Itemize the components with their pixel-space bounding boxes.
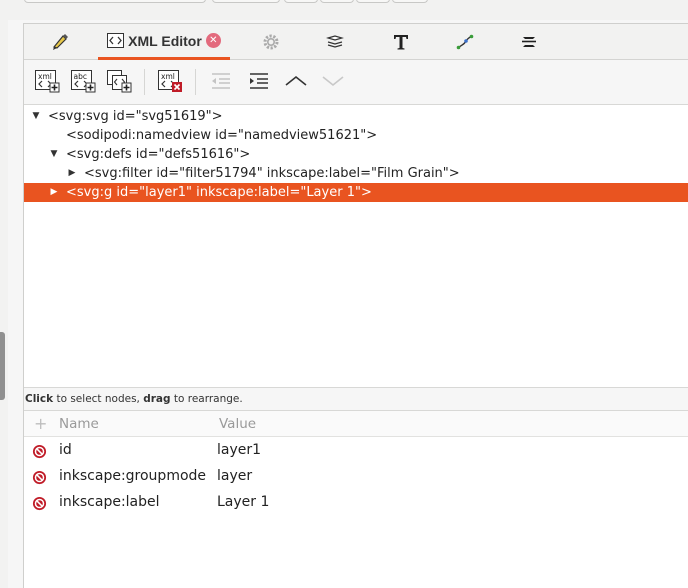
xml-toolbar: xml abc xml bbox=[24, 61, 688, 101]
new-element-node-icon: xml bbox=[35, 70, 60, 93]
attribute-name: inkscape:groupmode bbox=[59, 468, 207, 484]
tab-text-font[interactable] bbox=[386, 24, 416, 60]
top-toolbar-button[interactable] bbox=[212, 0, 280, 3]
tree-node[interactable]: <sodipodi:namedview id="namedview51621"> bbox=[24, 126, 688, 145]
attribute-row[interactable]: inkscape:label Layer 1 bbox=[24, 490, 688, 516]
tab-xml-editor[interactable]: XML Editor ✕ bbox=[98, 24, 230, 60]
tree-node[interactable]: ▼ <svg:defs id="defs51616"> bbox=[24, 145, 688, 164]
tab-xml-editor-label: XML Editor bbox=[128, 32, 202, 49]
svg-text:xml: xml bbox=[161, 72, 175, 81]
svg-text:xml: xml bbox=[38, 72, 52, 81]
expander-collapsed-icon[interactable]: ▶ bbox=[66, 164, 78, 183]
attributes-header: + Name Value bbox=[24, 411, 688, 437]
left-edge bbox=[0, 0, 8, 588]
top-toolbar-button[interactable] bbox=[356, 0, 390, 3]
attribute-value[interactable]: layer1 bbox=[217, 442, 261, 458]
top-toolbar-button[interactable] bbox=[284, 0, 318, 3]
tab-path-effects[interactable] bbox=[450, 24, 480, 60]
tree-node-selected[interactable]: ▶ <svg:g id="layer1" inkscape:label="Lay… bbox=[24, 183, 688, 202]
attributes-panel: + Name Value id layer1 inkscape:groupmod… bbox=[24, 410, 688, 588]
delete-node-icon: xml bbox=[158, 70, 182, 92]
path-effects-icon bbox=[456, 34, 474, 50]
delete-attribute-icon[interactable] bbox=[32, 444, 47, 459]
text-icon bbox=[394, 35, 408, 50]
xml-editor-dock: XML Editor ✕ xml abc xml ▼ <svg:svg id="… bbox=[23, 23, 688, 588]
layers-icon bbox=[326, 35, 344, 48]
dock-tab-bar: XML Editor ✕ bbox=[24, 24, 688, 60]
chevron-up-icon bbox=[285, 75, 307, 86]
top-toolbar-button[interactable] bbox=[24, 0, 206, 3]
attribute-value[interactable]: Layer 1 bbox=[217, 494, 269, 510]
tab-fill-stroke[interactable] bbox=[44, 24, 76, 60]
new-text-node-button[interactable]: abc bbox=[68, 67, 98, 95]
top-toolbar-button[interactable] bbox=[392, 0, 428, 3]
xml-node-tree[interactable]: ▼ <svg:svg id="svg51619"> <sodipodi:name… bbox=[24, 104, 688, 388]
duplicate-node-icon bbox=[107, 70, 132, 93]
tree-node[interactable]: ▶ <svg:filter id="filter51794" inkscape:… bbox=[24, 164, 688, 183]
close-icon[interactable]: ✕ bbox=[205, 33, 221, 48]
duplicate-node-button[interactable] bbox=[104, 67, 134, 95]
tab-align-distribute[interactable] bbox=[514, 24, 544, 60]
top-toolbar-button[interactable] bbox=[320, 0, 354, 3]
delete-node-button[interactable]: xml bbox=[155, 67, 185, 95]
attribute-name: id bbox=[59, 442, 72, 458]
new-element-node-button[interactable]: xml bbox=[32, 67, 62, 95]
resize-grip[interactable] bbox=[0, 332, 5, 400]
chevron-down-icon bbox=[322, 76, 344, 87]
indent-icon bbox=[250, 73, 268, 89]
new-text-node-icon: abc bbox=[71, 70, 96, 93]
toolbar-separator bbox=[144, 69, 145, 95]
attribute-name: inkscape:label bbox=[59, 494, 160, 510]
pen-icon bbox=[52, 34, 68, 50]
attribute-row[interactable]: inkscape:groupmode layer bbox=[24, 464, 688, 490]
xml-editor-icon bbox=[107, 33, 125, 48]
raise-node-button[interactable] bbox=[281, 67, 311, 95]
attribute-value[interactable]: layer bbox=[217, 468, 252, 484]
tree-node[interactable]: ▼ <svg:svg id="svg51619"> bbox=[24, 107, 688, 126]
expander-expanded-icon[interactable]: ▼ bbox=[30, 107, 42, 126]
hint-text: Click to select nodes, drag to rearrange… bbox=[25, 393, 243, 405]
align-icon bbox=[522, 37, 536, 47]
unindent-node-button[interactable] bbox=[206, 67, 236, 95]
toolbar-separator bbox=[195, 69, 196, 95]
column-header-name: Name bbox=[59, 416, 99, 432]
tab-layers[interactable] bbox=[320, 24, 350, 60]
indent-node-button[interactable] bbox=[244, 67, 274, 95]
svg-text:abc: abc bbox=[74, 72, 87, 81]
unindent-icon bbox=[212, 73, 230, 89]
tab-preferences[interactable] bbox=[256, 24, 286, 60]
lower-node-button[interactable] bbox=[318, 67, 348, 95]
expander-collapsed-icon[interactable]: ▶ bbox=[48, 183, 60, 202]
column-header-value: Value bbox=[219, 416, 257, 432]
delete-attribute-icon[interactable] bbox=[32, 496, 47, 511]
top-strip bbox=[0, 0, 688, 20]
attribute-row[interactable]: id layer1 bbox=[24, 438, 688, 464]
gear-icon bbox=[263, 34, 279, 50]
delete-attribute-icon[interactable] bbox=[32, 470, 47, 485]
add-attribute-icon[interactable]: + bbox=[34, 414, 47, 433]
expander-expanded-icon[interactable]: ▼ bbox=[48, 145, 60, 164]
